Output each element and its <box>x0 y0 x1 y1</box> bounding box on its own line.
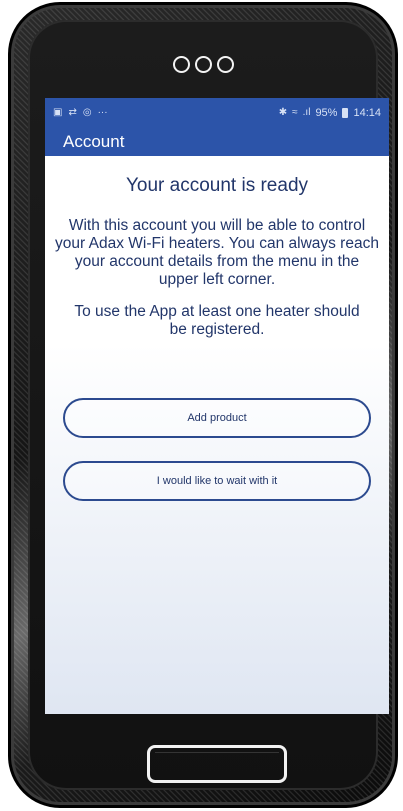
wifi-icon: ≈ <box>292 106 298 118</box>
clock-time: 14:14 <box>353 106 381 119</box>
account-description: With this account you will be able to co… <box>55 217 379 288</box>
speaker-grille <box>28 56 378 86</box>
speaker-dot <box>194 56 212 73</box>
app-bar: Account <box>45 127 389 156</box>
wait-label: I would like to wait with it <box>156 475 278 487</box>
add-product-label: Add product <box>187 412 247 424</box>
more-icon: ··· <box>97 106 108 118</box>
battery-percent: 95% <box>315 106 338 119</box>
gallery-icon: ▣ <box>53 106 63 118</box>
wait-button[interactable]: I would like to wait with it <box>63 461 371 501</box>
battery-icon <box>342 107 349 118</box>
app-bar-title: Account <box>63 131 125 151</box>
phone-screen: ▣ ⇄ ◎ ··· ✱ ≈ .ıl 95% 14:14 Account Your… <box>45 98 389 714</box>
signal-icon: .ıl <box>302 106 311 118</box>
speaker-dot <box>172 56 190 73</box>
status-right-icons: ✱ ≈ .ıl 95% 14:14 <box>279 107 381 119</box>
status-left-icons: ▣ ⇄ ◎ ··· <box>53 106 108 118</box>
instagram-icon: ◎ <box>82 106 92 118</box>
register-heater-note: To use the App at least one heater shoul… <box>74 303 360 338</box>
account-ready-content: Your account is ready With this account … <box>45 175 389 339</box>
speaker-dot <box>216 56 234 73</box>
add-product-button[interactable]: Add product <box>63 398 371 438</box>
home-button[interactable] <box>147 745 287 783</box>
bluetooth-icon: ✱ <box>278 106 288 118</box>
sync-icon: ⇄ <box>68 106 77 118</box>
status-bar: ▣ ⇄ ◎ ··· ✱ ≈ .ıl 95% 14:14 <box>45 98 389 127</box>
page-title: Your account is ready <box>125 175 309 196</box>
